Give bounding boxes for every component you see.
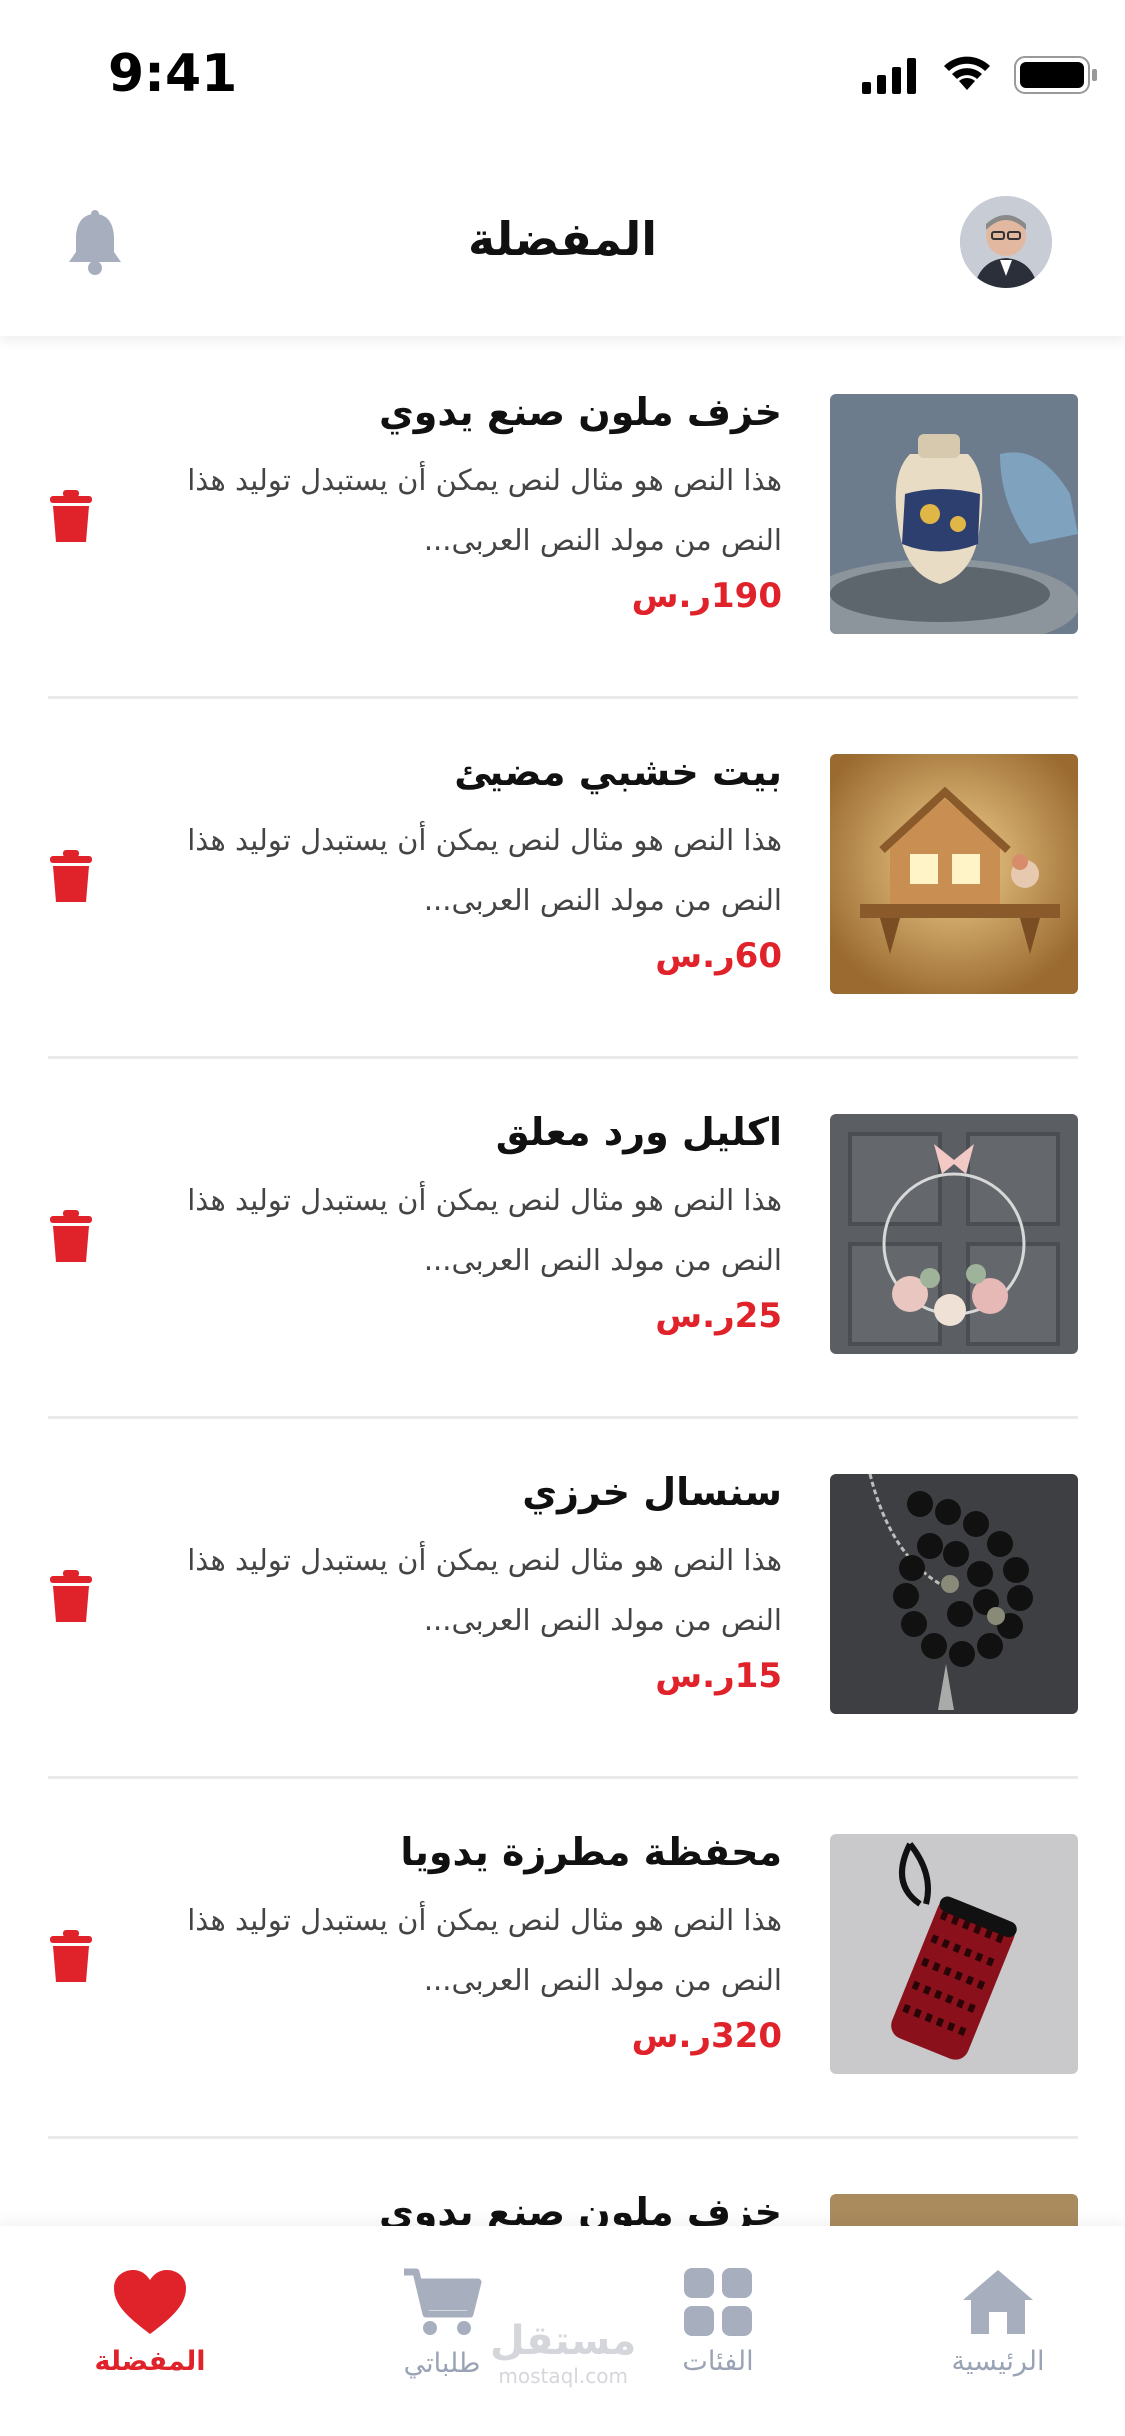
watermark-brand: مستقل (490, 2318, 637, 2364)
item-description: هذا النص هو مثال لنص يمكن أن يستبدل تولي… (187, 1183, 782, 1277)
trash-icon[interactable] (48, 850, 94, 904)
tab-home[interactable]: الرئيسية (908, 2268, 1088, 2377)
trash-icon[interactable] (48, 1570, 94, 1624)
product-image (830, 1474, 1078, 1714)
product-image (830, 394, 1078, 634)
item-name: اكليل ورد معلق (495, 1110, 782, 1154)
list-item[interactable]: سنسال خرزي هذا النص هو مثال لنص يمكن أن … (48, 1416, 1078, 1779)
product-image (830, 1834, 1078, 2074)
status-time: 9:41 (108, 44, 238, 104)
tab-categories-label: الفئات (682, 2346, 754, 2377)
list-item[interactable]: بيت خشبي مضيئ هذا النص هو مثال لنص يمكن … (48, 696, 1078, 1059)
item-name: محفظة مطرزة يدويا (400, 1830, 782, 1874)
list-item[interactable]: محفظة مطرزة يدويا هذا النص هو مثال لنص ي… (48, 1776, 1078, 2139)
list-item[interactable]: اكليل ورد معلق هذا النص هو مثال لنص يمكن… (48, 1056, 1078, 1419)
app-header: المفضلة (0, 160, 1125, 336)
signal-icon (862, 58, 916, 94)
item-text: خزف ملون صنع يدوي هذا النص هو مثال لنص ي… (142, 390, 782, 616)
battery-icon (1014, 56, 1097, 94)
wifi-icon (944, 56, 990, 90)
item-price: 15ر.س (655, 1656, 782, 1696)
item-description: هذا النص هو مثال لنص يمكن أن يستبدل تولي… (187, 1903, 782, 1997)
heart-icon (114, 2270, 186, 2334)
item-text: سنسال خرزي هذا النص هو مثال لنص يمكن أن … (142, 1470, 782, 1696)
product-image (830, 1114, 1078, 1354)
cart-icon (404, 2268, 482, 2335)
item-name: سنسال خرزي (522, 1470, 782, 1514)
item-price: 320ر.س (631, 2016, 782, 2056)
bell-icon[interactable] (66, 210, 124, 276)
grid-icon (684, 2268, 752, 2336)
page-title: المفضلة (468, 212, 657, 266)
tab-categories[interactable]: الفئات (628, 2268, 808, 2377)
item-description: هذا النص هو مثال لنص يمكن أن يستبدل تولي… (187, 1543, 782, 1637)
item-text: اكليل ورد معلق هذا النص هو مثال لنص يمكن… (142, 1110, 782, 1336)
bottom-tab-bar: الرئيسية الفئات طلباتي المفضلة مستقل mos… (0, 2226, 1125, 2436)
tab-home-label: الرئيسية (951, 2346, 1045, 2377)
item-description: هذا النص هو مثال لنص يمكن أن يستبدل تولي… (187, 823, 782, 917)
item-name: خزف ملون صنع يدوي (378, 390, 782, 434)
favorites-list: خزف ملون صنع يدوي هذا النص هو مثال لنص ي… (0, 336, 1125, 2226)
item-name: خزف ملون صنع يدوي (378, 2190, 782, 2226)
item-description: هذا النص هو مثال لنص يمكن أن يستبدل تولي… (187, 463, 782, 557)
item-text: خزف ملون صنع يدوي (142, 2190, 782, 2226)
tab-favorites-label: المفضلة (94, 2346, 206, 2377)
item-price: 25ر.س (655, 1296, 782, 1336)
status-bar: 9:41 (0, 0, 1125, 150)
list-item[interactable]: خزف ملون صنع يدوي هذا النص هو مثال لنص ي… (48, 336, 1078, 699)
watermark-url: mostaql.com (498, 2364, 628, 2388)
trash-icon[interactable] (48, 1210, 94, 1264)
tab-favorites[interactable]: المفضلة (60, 2268, 240, 2377)
item-text: محفظة مطرزة يدويا هذا النص هو مثال لنص ي… (142, 1830, 782, 2056)
item-name: بيت خشبي مضيئ (454, 750, 782, 794)
item-price: 60ر.س (655, 936, 782, 976)
watermark: مستقل mostaql.com (490, 2318, 636, 2388)
trash-icon[interactable] (48, 1930, 94, 1984)
list-item[interactable]: خزف ملون صنع يدوي (48, 2136, 1078, 2226)
trash-icon[interactable] (48, 490, 94, 544)
product-image (830, 2194, 1078, 2226)
item-text: بيت خشبي مضيئ هذا النص هو مثال لنص يمكن … (142, 750, 782, 976)
product-image (830, 754, 1078, 994)
item-price: 190ر.س (631, 576, 782, 616)
home-icon (963, 2270, 1033, 2334)
